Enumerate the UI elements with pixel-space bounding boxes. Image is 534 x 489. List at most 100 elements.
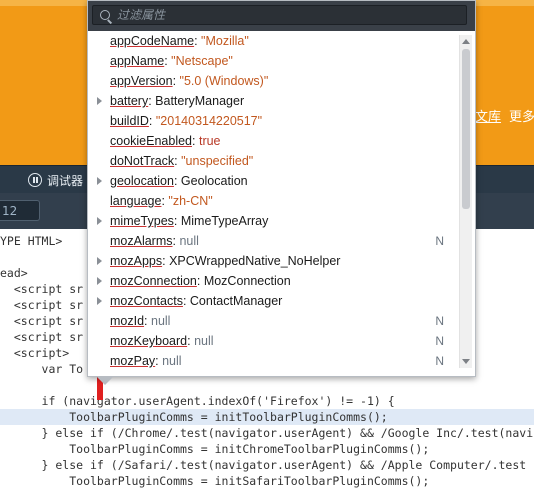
- property-type: N: [435, 354, 444, 368]
- property-name: mozAlarms: [110, 234, 173, 248]
- property-key: appCodeName: "Mozilla": [110, 34, 249, 48]
- code-line[interactable]: } else if (/Chrome/.test(navigator.userA…: [0, 425, 534, 441]
- property-name: mimeTypes: [110, 214, 174, 228]
- property-value: true: [198, 134, 221, 148]
- property-name: battery: [110, 94, 149, 108]
- expand-arrow-icon[interactable]: [97, 97, 102, 105]
- search-icon: [100, 10, 110, 20]
- popup-pointer: [96, 376, 114, 385]
- property-name: mozContacts: [110, 294, 183, 308]
- property-type: N: [435, 334, 444, 348]
- property-value: "Netscape": [171, 54, 233, 68]
- property-key: mozAlarms: null: [110, 234, 199, 248]
- property-name: appCodeName: [110, 34, 195, 48]
- property-row[interactable]: mozId: null N: [88, 311, 458, 331]
- property-row[interactable]: mozApps: XPCWrappedNative_NoHelper: [88, 251, 458, 271]
- property-row[interactable]: mozPay: null N: [88, 351, 458, 371]
- scrollbar[interactable]: [459, 35, 472, 368]
- property-key: mozKeyboard: null: [110, 334, 214, 348]
- property-row[interactable]: appVersion: "5.0 (Windows)": [88, 71, 458, 91]
- property-row[interactable]: mozAlarms: null N: [88, 231, 458, 251]
- property-key: battery: BatteryManager: [110, 94, 245, 108]
- expand-arrow-icon[interactable]: [97, 257, 102, 265]
- expand-arrow-icon[interactable]: [97, 177, 102, 185]
- property-name: mozId: [110, 314, 145, 328]
- source-tab[interactable]: 12: [0, 200, 40, 221]
- property-key: geolocation: Geolocation: [110, 174, 248, 188]
- property-key: mozConnection: MozConnection: [110, 274, 291, 288]
- property-key: buildID: "20140314220517": [110, 114, 263, 128]
- code-line[interactable]: ToolbarPluginComms = initToolbarPluginCo…: [0, 409, 534, 425]
- property-list: appCodeName: "Mozilla" appName: "Netscape…: [88, 31, 458, 371]
- code-line[interactable]: ToolbarPluginComms = initChromeToolbarPl…: [0, 441, 534, 457]
- variable-inspector-popup: appCodeName: "Mozilla" appName: "Netscape…: [87, 0, 476, 377]
- tab-debugger[interactable]: 调试器: [28, 169, 83, 191]
- property-type: N: [435, 234, 444, 248]
- property-name: doNotTrack: [110, 154, 175, 168]
- property-row[interactable]: mozContacts: ContactManager: [88, 291, 458, 311]
- scroll-down-arrow-icon[interactable]: [462, 359, 470, 364]
- tab-debugger-label: 调试器: [47, 173, 84, 188]
- property-value: "Mozilla": [201, 34, 249, 48]
- property-name: mozPay: [110, 354, 156, 368]
- scroll-up-arrow-icon[interactable]: [462, 39, 470, 44]
- filter-input[interactable]: [117, 7, 457, 23]
- property-row[interactable]: mimeTypes: MimeTypeArray: [88, 211, 458, 231]
- property-key: mozPay: null: [110, 354, 182, 368]
- property-value: "20140314220517": [155, 114, 263, 128]
- property-name: cookieEnabled: [110, 134, 193, 148]
- property-name: mozConnection: [110, 274, 197, 288]
- property-name: mozApps: [110, 254, 163, 268]
- property-value: BatteryManager: [155, 94, 245, 108]
- property-row[interactable]: appName: "Netscape": [88, 51, 458, 71]
- property-value: null: [194, 334, 214, 348]
- property-key: mozId: null: [110, 314, 171, 328]
- code-line[interactable]: } else if (/Safari/.test(navigator.userA…: [0, 457, 534, 473]
- property-name: appName: [110, 54, 165, 68]
- link-wenku[interactable]: 文库: [475, 110, 501, 125]
- code-line[interactable]: if (navigator.userAgent.indexOf('Firefox…: [0, 393, 534, 409]
- property-key: mozContacts: ContactManager: [110, 294, 283, 308]
- property-key: language: "zh-CN": [110, 194, 213, 208]
- property-key: appName: "Netscape": [110, 54, 233, 68]
- property-row[interactable]: buildID: "20140314220517": [88, 111, 458, 131]
- expand-arrow-icon[interactable]: [97, 277, 102, 285]
- expand-arrow-icon[interactable]: [97, 217, 102, 225]
- property-row[interactable]: mozConnection: MozConnection: [88, 271, 458, 291]
- popup-header: [88, 1, 475, 31]
- pause-icon: [28, 173, 42, 187]
- property-value: MozConnection: [203, 274, 291, 288]
- code-line[interactable]: ToolbarPluginComms = initSafariToolbarPl…: [0, 473, 534, 489]
- property-row[interactable]: doNotTrack: "unspecified": [88, 151, 458, 171]
- link-more[interactable]: 更多: [509, 110, 534, 125]
- scroll-thumb[interactable]: [462, 49, 470, 209]
- property-key: mozApps: XPCWrappedNative_NoHelper: [110, 254, 341, 268]
- property-key: doNotTrack: "unspecified": [110, 154, 254, 168]
- property-key: appVersion: "5.0 (Windows)": [110, 74, 269, 88]
- property-name: appVersion: [110, 74, 173, 88]
- property-value: null: [151, 314, 171, 328]
- property-row[interactable]: language: "zh-CN": [88, 191, 458, 211]
- property-name: mozKeyboard: [110, 334, 188, 348]
- property-name: language: [110, 194, 162, 208]
- website-links: 文库 更多: [475, 106, 534, 125]
- expand-arrow-icon[interactable]: [97, 297, 102, 305]
- filter-box[interactable]: [92, 5, 467, 25]
- property-row[interactable]: geolocation: Geolocation: [88, 171, 458, 191]
- property-row[interactable]: appCodeName: "Mozilla": [88, 31, 458, 51]
- property-name: geolocation: [110, 174, 174, 188]
- property-value: "5.0 (Windows)": [179, 74, 269, 88]
- property-row[interactable]: cookieEnabled: true: [88, 131, 458, 151]
- property-key: cookieEnabled: true: [110, 134, 221, 148]
- property-name: buildID: [110, 114, 149, 128]
- property-type: N: [435, 314, 444, 328]
- property-row[interactable]: mozKeyboard: null N: [88, 331, 458, 351]
- property-value: null: [162, 354, 182, 368]
- property-value: ContactManager: [189, 294, 283, 308]
- property-value: null: [179, 234, 199, 248]
- property-value: Geolocation: [180, 174, 248, 188]
- property-value: "unspecified": [181, 154, 254, 168]
- property-value: "zh-CN": [168, 194, 213, 208]
- code-line[interactable]: [0, 377, 534, 393]
- property-row[interactable]: battery: BatteryManager: [88, 91, 458, 111]
